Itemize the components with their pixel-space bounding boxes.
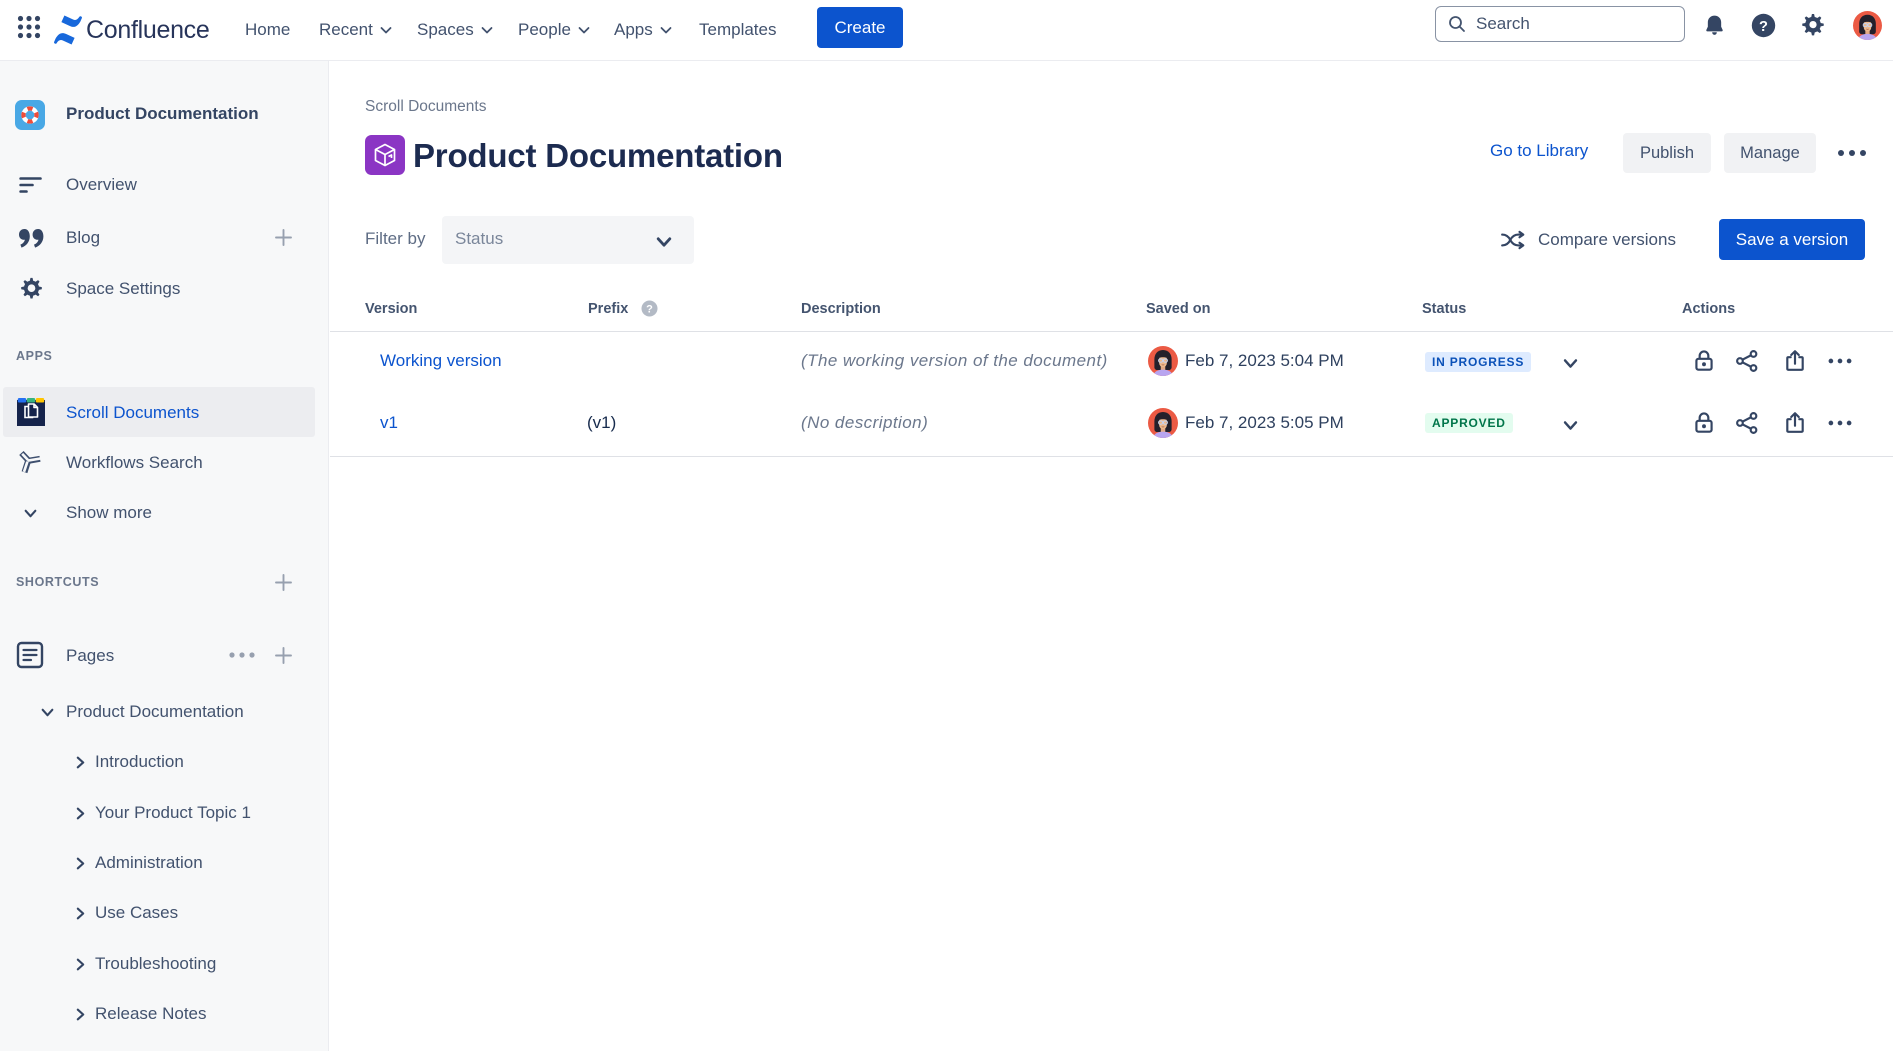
svg-text:?: ?	[1759, 19, 1768, 35]
svg-text:?: ?	[646, 304, 653, 316]
